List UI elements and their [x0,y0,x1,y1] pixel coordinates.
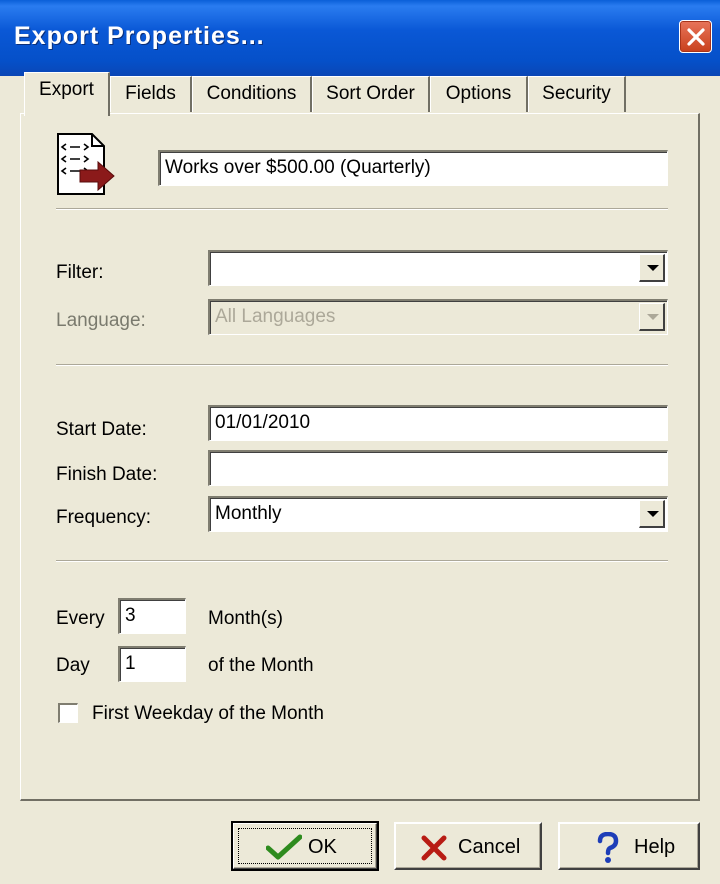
start-date-value: 01/01/2010 [215,412,311,433]
frequency-label: Frequency: [56,507,152,528]
checkmark-icon [266,834,302,860]
finish-date-field[interactable] [208,450,668,486]
filter-dropdown[interactable] [208,250,668,286]
tab-label: Export [39,79,94,100]
close-button[interactable] [679,20,712,53]
divider [56,560,668,562]
export-name-field[interactable]: Works over $500.00 (Quarterly) [158,150,668,186]
tab-security[interactable]: Security [528,76,626,112]
start-date-label: Start Date: [56,419,147,440]
ok-button[interactable]: OK [231,821,379,871]
question-mark-icon [597,832,619,863]
start-date-field[interactable]: 01/01/2010 [208,405,668,441]
export-name-value: Works over $500.00 (Quarterly) [165,157,431,178]
day-of-month-field[interactable]: 1 [118,646,186,682]
divider [56,208,668,210]
language-value: All Languages [215,306,336,327]
ok-label: OK [308,836,337,858]
frequency-dropdown[interactable]: Monthly [208,496,668,532]
day-label: Day [56,655,90,676]
language-dropdown[interactable]: All Languages [208,299,668,335]
day-of-month-value: 1 [125,653,136,674]
focus-rect [238,828,372,864]
tab-fields[interactable]: Fields [110,76,192,112]
language-label: Language: [56,310,146,331]
chevron-down-icon[interactable] [639,303,665,331]
help-button[interactable]: Help [558,822,700,870]
tab-label: Conditions [206,83,297,104]
every-months-value: 3 [125,605,136,626]
filter-label: Filter: [56,262,104,283]
tab-label: Options [445,83,512,104]
cancel-button[interactable]: Cancel [394,822,542,870]
chevron-down-icon[interactable] [639,500,665,528]
close-icon [687,28,705,46]
finish-date-label: Finish Date: [56,464,158,485]
tab-export[interactable]: Export [24,72,110,116]
day-suffix-label: of the Month [208,655,314,676]
every-months-field[interactable]: 3 [118,598,186,634]
chevron-down-icon[interactable] [639,254,665,282]
first-weekday-checkbox[interactable] [58,703,78,723]
title-bar: Export Properties... [0,0,720,76]
x-icon [421,835,447,861]
divider [56,364,668,366]
export-document-icon [57,133,115,195]
first-weekday-label: First Weekday of the Month [92,703,324,724]
months-suffix-label: Month(s) [208,608,283,629]
tab-sort-order[interactable]: Sort Order [312,76,430,112]
tab-label: Fields [125,83,176,104]
tab-options[interactable]: Options [430,76,528,112]
tab-conditions[interactable]: Conditions [192,76,312,112]
tab-label: Sort Order [326,83,415,104]
cancel-label: Cancel [458,836,521,858]
help-label: Help [634,836,676,858]
tab-label: Security [542,83,611,104]
every-label: Every [56,608,105,629]
window-title: Export Properties... [14,22,265,50]
frequency-value: Monthly [215,503,282,524]
